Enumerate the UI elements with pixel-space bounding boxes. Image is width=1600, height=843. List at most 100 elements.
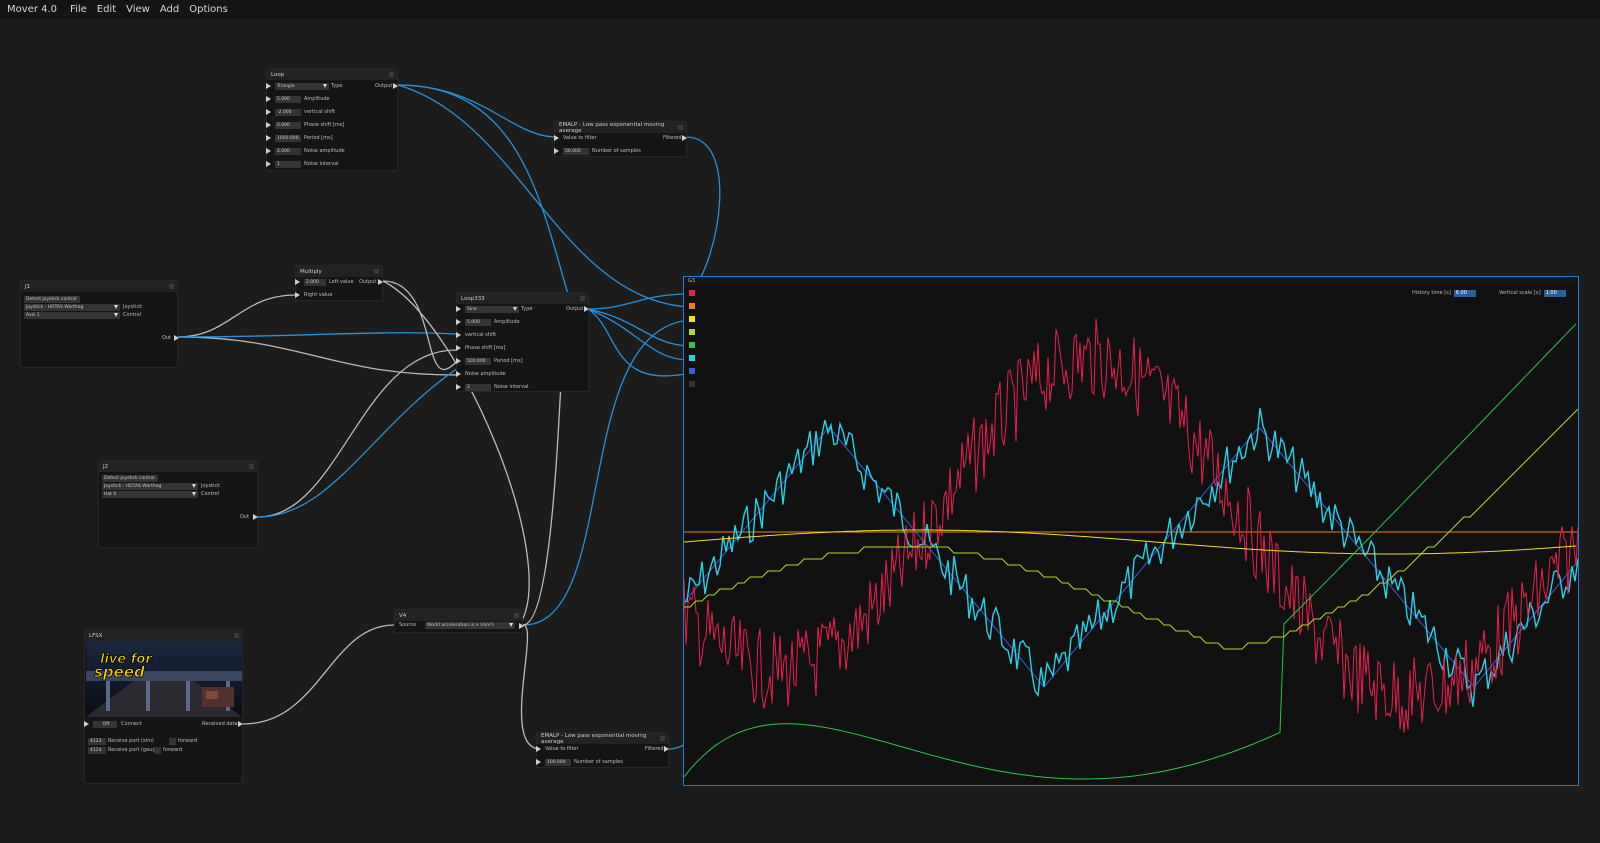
output-pin-icon[interactable] [174,335,179,341]
input-pin-icon[interactable] [554,148,559,154]
output-pin-icon[interactable] [253,514,258,520]
joystick-dropdown[interactable]: Joystick - HOTAS Warthog [24,304,120,311]
noise-int-field[interactable]: 1 [275,161,301,168]
amplitude-field[interactable]: 5.000 [275,96,301,103]
input-pin-icon[interactable] [456,332,461,338]
input-pin-icon[interactable] [456,306,461,312]
control-dropdown[interactable]: Hat 0 [102,491,198,498]
output-pin-icon[interactable] [584,306,589,312]
output-pin-icon[interactable] [238,721,243,727]
forward-checkbox-1[interactable] [169,738,176,745]
input-pin-icon[interactable] [456,384,461,390]
input-pin-icon[interactable] [295,279,300,285]
input-pin-icon[interactable] [84,721,89,727]
menu-add[interactable]: Add [155,4,184,15]
input-pin-icon[interactable] [456,371,461,377]
wire-j1-multiply [177,294,297,338]
close-icon[interactable] [169,284,174,289]
input-pin-icon[interactable] [266,96,271,102]
input-pin-icon[interactable] [554,135,559,141]
input-pin-icon[interactable] [295,292,300,298]
v4-title: V4 [399,612,407,619]
menu-file[interactable]: File [65,4,92,15]
wire-j1-noise [177,336,457,376]
input-pin-icon[interactable] [456,358,461,364]
input-pin-icon[interactable] [266,161,271,167]
v4-node[interactable]: V4 Source World acceleration in x (m/s²) [394,609,524,633]
output-pin-icon[interactable] [682,135,687,141]
connect-toggle[interactable]: Off [93,721,117,728]
noise-amp-field[interactable]: 2.000 [275,148,301,155]
output-pin-icon[interactable] [519,623,524,629]
plot-traces [684,318,1578,780]
control-dropdown[interactable]: Axis 1 [24,312,120,319]
app-title: Mover 4.0 [7,4,58,15]
vshift-field[interactable]: -2.000 [275,109,301,116]
wire-lfs-v4 [242,624,395,725]
wire-v4-emalp2 [520,624,541,750]
samples-label: Number of samples [592,148,641,154]
signal-plot[interactable]: G3 History time [s] 6.00 Vertical scale [… [683,276,1579,786]
joystick-label: Joystick [123,304,143,310]
loop-node[interactable]: Loop Triangle Type Output 5.000 Amplitud… [266,68,398,171]
period-field[interactable]: 500.000 [465,358,491,365]
close-icon[interactable] [514,613,519,618]
lfs-title: LFSX [89,632,103,639]
loop333-type-dropdown[interactable]: Sine [465,306,519,313]
input-pin-icon[interactable] [536,759,541,765]
loop-type-dropdown[interactable]: Triangle [275,83,329,90]
output-pin-icon[interactable] [378,279,383,285]
multiply-node[interactable]: Multiply 2.000 Left value Output Right v… [295,265,383,301]
source-dropdown[interactable]: World acceleration in x (m/s²) [425,622,515,629]
close-icon[interactable] [249,464,254,469]
lfs-node[interactable]: LFSX live for speed Off Connect Received… [84,629,243,784]
joystick-node-j2[interactable]: J2 Detect joystick control Joystick - HO… [98,460,258,548]
output-pin-icon[interactable] [393,83,398,89]
amplitude-field[interactable]: 5.000 [465,319,491,326]
close-icon[interactable] [389,72,394,77]
loop333-node[interactable]: Loop333 Sine Type Output 5.000 Amplitude… [456,292,589,392]
emalp-node-2[interactable]: EMALP - Low pass exponential moving aver… [536,732,669,768]
detect-joystick-button[interactable]: Detect joystick control [102,475,158,482]
left-value-label: Left value [329,279,354,285]
phase-label: Phase shift [ms] [465,345,506,351]
menu-edit[interactable]: Edit [92,4,121,15]
period-field[interactable]: 1000.000 [275,135,301,142]
close-icon[interactable] [234,633,239,638]
input-pin-icon[interactable] [456,345,461,351]
phase-field[interactable]: 0.000 [275,122,301,129]
close-icon[interactable] [678,125,683,130]
input-pin-icon[interactable] [266,122,271,128]
wire-mult-period [382,280,457,371]
control-label: Control [201,491,220,497]
menu-view[interactable]: View [121,4,155,15]
menu-options[interactable]: Options [184,4,233,15]
close-icon[interactable] [660,736,665,741]
input-pin-icon[interactable] [266,135,271,141]
output-pin-icon[interactable] [664,746,669,752]
phase-label: Phase shift [ms] [304,122,345,128]
samples-field[interactable]: 50.000 [563,148,589,155]
left-value-field[interactable]: 2.000 [304,279,326,286]
gauge-port-field[interactable]: 4124 [88,747,106,754]
chevron-down-icon [192,492,196,496]
joystick-node-j1[interactable]: J1 Detect joystick control Joystick - HO… [20,280,179,368]
sim-port-field[interactable]: 4123 [88,738,106,745]
close-icon[interactable] [580,296,585,301]
chevron-down-icon [513,307,517,311]
noise-int-field[interactable]: 2 [465,384,491,391]
close-icon[interactable] [374,269,379,274]
joystick-dropdown[interactable]: Joystick - HOTAS Warthog [102,483,198,490]
input-pin-icon[interactable] [456,319,461,325]
input-pin-icon[interactable] [266,109,271,115]
emalp-node-1[interactable]: EMALP - Low pass exponential moving aver… [554,121,687,157]
forward-checkbox-2[interactable] [154,747,161,754]
j2-title: J2 [103,463,109,470]
input-pin-icon[interactable] [536,746,541,752]
menu-bar: Mover 4.0 File Edit View Add Options [0,0,1600,19]
detect-joystick-button[interactable]: Detect joystick control [24,296,80,303]
input-pin-icon[interactable] [266,148,271,154]
samples-field[interactable]: 100.000 [545,759,571,766]
input-pin-icon[interactable] [266,83,271,89]
chevron-down-icon [114,313,118,317]
